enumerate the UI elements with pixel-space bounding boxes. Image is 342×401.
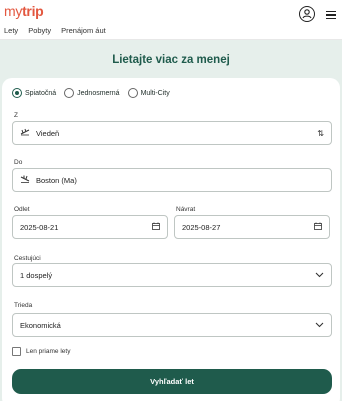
nav-item-pobyty[interactable]: Pobyty [28, 26, 51, 35]
cabin-label: Trieda [14, 302, 33, 309]
nav-item-prenajom-aut[interactable]: Prenájom áut [61, 26, 106, 35]
search-flights-button[interactable]: Vyhľadať let [12, 369, 332, 394]
calendar-icon[interactable] [152, 222, 160, 232]
chevron-down-icon [315, 271, 324, 280]
trip-type-oneway[interactable]: Jednosmerná [64, 88, 120, 98]
trip-type-multicity[interactable]: Multi-City [127, 88, 170, 98]
radio-selected-icon [12, 88, 22, 98]
direct-only-label: Len priame lety [26, 348, 71, 355]
depart-label: Odlet [14, 206, 30, 213]
passengers-value: 1 dospelý [20, 270, 53, 280]
swap-arrows-icon[interactable]: ⇅ [317, 129, 324, 138]
plane-arrive-icon [20, 175, 30, 185]
depart-date-field[interactable]: 2025-08-21 [12, 215, 168, 239]
main-nav: Lety Pobyty Prenájom áut [4, 26, 106, 35]
plane-depart-icon [20, 128, 30, 138]
from-value: Viedeň [36, 128, 60, 138]
passengers-label: Cestujúci [14, 255, 41, 262]
cabin-select[interactable]: Ekonomická [12, 313, 332, 337]
cabin-value: Ekonomická [20, 320, 61, 330]
radio-empty-icon [64, 88, 75, 98]
page-headline: Lietajte viac za menej [112, 54, 230, 66]
hamburger-menu-icon[interactable] [326, 11, 336, 19]
return-label: Návrat [176, 206, 196, 213]
trip-type-selector: Spiatočná Jednosmerná Multi-City [12, 88, 170, 98]
return-date-value: 2025-08-27 [182, 222, 221, 232]
calendar-icon[interactable] [314, 222, 322, 232]
from-label: Z [14, 112, 18, 119]
passengers-select[interactable]: 1 dospelý [12, 263, 332, 287]
direct-only-checkbox-row[interactable]: Len priame lety [12, 347, 70, 356]
nav-item-lety[interactable]: Lety [4, 26, 18, 35]
to-label: Do [14, 159, 23, 166]
radio-empty-icon [127, 88, 138, 98]
top-bar: mytrip Lety Pobyty Prenájom áut [0, 0, 342, 40]
to-value: Boston (Ma) [36, 175, 77, 185]
from-field[interactable]: Viedeň ⇅ [12, 121, 332, 145]
return-date-field[interactable]: 2025-08-27 [174, 215, 330, 239]
trip-type-roundtrip[interactable]: Spiatočná [12, 88, 56, 98]
mytrip-logo[interactable]: mytrip [4, 3, 44, 19]
direct-only-checkbox[interactable] [12, 347, 21, 356]
to-field[interactable]: Boston (Ma) [12, 168, 332, 192]
chevron-down-icon [315, 321, 324, 330]
depart-date-value: 2025-08-21 [20, 222, 59, 232]
user-icon[interactable] [299, 6, 315, 22]
